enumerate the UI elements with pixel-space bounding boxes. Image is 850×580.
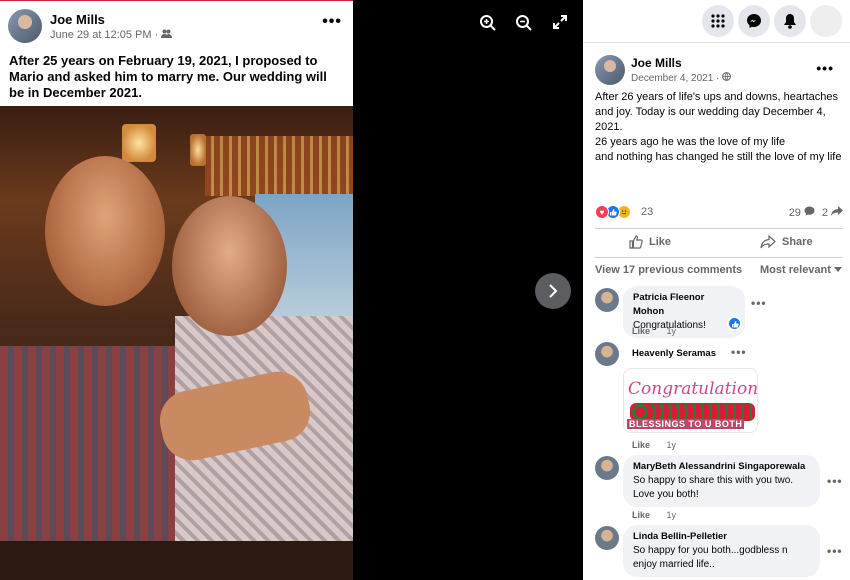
bell-icon bbox=[784, 14, 796, 29]
comment-like-button[interactable]: Like bbox=[632, 326, 650, 336]
post-text: After 26 years of life's ups and downs, … bbox=[595, 90, 847, 165]
comment-bubble: MaryBeth Alessandrini Singaporewala So h… bbox=[623, 455, 820, 507]
profile-icon[interactable] bbox=[810, 5, 842, 37]
comment-count[interactable]: 29 bbox=[789, 206, 815, 219]
more-options-button[interactable]: ••• bbox=[322, 13, 342, 31]
post-meta: December 4, 2021 · bbox=[631, 72, 732, 84]
post-paragraph: 26 years ago he was the love of my life bbox=[595, 136, 786, 148]
image-caption: BLESSINGS TO U BOTH bbox=[627, 419, 745, 429]
notifications-button[interactable] bbox=[774, 5, 806, 37]
next-photo-button[interactable] bbox=[535, 273, 571, 309]
comment-options-button[interactable]: ••• bbox=[731, 345, 747, 359]
couple-photo bbox=[0, 106, 353, 580]
commenter-avatar[interactable] bbox=[595, 288, 619, 312]
comment-meta: Like 1y bbox=[632, 510, 676, 520]
avatar[interactable] bbox=[595, 55, 625, 85]
author-name[interactable]: Joe Mills bbox=[50, 12, 105, 27]
comment-options-button[interactable]: ••• bbox=[827, 474, 843, 488]
commenter-avatar[interactable] bbox=[595, 526, 619, 550]
comment-icon bbox=[804, 206, 815, 216]
post-details-panel: Joe Mills December 4, 2021 · ••• After 2… bbox=[583, 0, 850, 580]
top-navigation bbox=[583, 0, 850, 42]
zoom-in-icon[interactable] bbox=[479, 14, 501, 36]
shared-post-image: Joe Mills June 29 at 12:05 PM · ••• Afte… bbox=[0, 0, 353, 580]
commenter-name[interactable]: Patricia Fleenor Mohon bbox=[633, 291, 735, 319]
congratulations-image[interactable]: Congratulations BLESSINGS TO U BOTH bbox=[623, 368, 758, 433]
chevron-right-icon bbox=[549, 284, 558, 298]
globe-icon bbox=[722, 72, 732, 84]
thumbs-up-icon bbox=[629, 235, 643, 249]
messenger-icon bbox=[747, 14, 761, 28]
shared-post-header: Joe Mills June 29 at 12:05 PM · ••• bbox=[8, 9, 348, 45]
reaction-count[interactable]: 23 bbox=[641, 206, 653, 218]
like-button[interactable]: Like bbox=[629, 235, 671, 249]
fullscreen-icon[interactable] bbox=[552, 14, 574, 36]
commenter-name[interactable]: MaryBeth Alessandrini Singaporewala bbox=[633, 460, 810, 474]
comment-like-badge-icon[interactable] bbox=[727, 316, 742, 331]
comment-meta: Like 1y bbox=[632, 440, 676, 450]
post-actions: Like Share bbox=[595, 228, 843, 258]
share-count[interactable]: 2 bbox=[822, 206, 843, 219]
grid-menu-icon bbox=[711, 14, 725, 28]
comment-age[interactable]: 1y bbox=[667, 510, 677, 520]
caret-down-icon bbox=[834, 267, 842, 272]
zoom-out-icon[interactable] bbox=[515, 14, 537, 36]
image-text: Congratulations bbox=[628, 379, 758, 399]
comment-bubble: Linda Bellin-Pelletier So happy for you … bbox=[623, 525, 820, 577]
love-reaction-icon[interactable]: ♥ bbox=[595, 205, 609, 219]
share-button[interactable]: Share bbox=[760, 235, 813, 249]
comment-options-button[interactable]: ••• bbox=[751, 296, 767, 310]
post-date[interactable]: June 29 at 12:05 PM · bbox=[50, 29, 158, 41]
comment-age[interactable]: 1y bbox=[667, 440, 677, 450]
author-name[interactable]: Joe Mills bbox=[631, 56, 682, 70]
comment-age[interactable]: 1y bbox=[667, 326, 677, 336]
menu-button[interactable] bbox=[702, 5, 734, 37]
comment-like-button[interactable]: Like bbox=[632, 510, 650, 520]
comment-text: So happy to share this with you two. Lov… bbox=[633, 475, 794, 500]
post-paragraph: and nothing has changed he still the lov… bbox=[595, 151, 842, 163]
photo-viewer bbox=[353, 0, 583, 580]
messenger-button[interactable] bbox=[738, 5, 770, 37]
avatar[interactable] bbox=[8, 9, 42, 43]
friends-icon bbox=[161, 29, 173, 41]
sort-comments-dropdown[interactable]: Most relevant bbox=[760, 264, 842, 276]
share-arrow-icon bbox=[831, 206, 843, 216]
view-previous-comments-link[interactable]: View 17 previous comments bbox=[595, 264, 742, 276]
commenter-name[interactable]: Linda Bellin-Pelletier bbox=[633, 530, 810, 544]
share-icon bbox=[760, 235, 776, 249]
post-meta: June 29 at 12:05 PM · bbox=[50, 29, 173, 41]
comment-text: So happy for you both...godbless n enjoy… bbox=[633, 545, 788, 570]
comment-like-button[interactable]: Like bbox=[632, 440, 650, 450]
reactions-summary: ♥ 23 29 2 bbox=[595, 203, 843, 221]
more-options-button[interactable]: ••• bbox=[816, 60, 834, 76]
comment-meta: Like 1y bbox=[632, 326, 676, 336]
shared-post-text: After 25 years on February 19, 2021, I p… bbox=[9, 53, 327, 100]
post-date[interactable]: December 4, 2021 · bbox=[631, 73, 719, 84]
post-paragraph: After 26 years of life's ups and downs, … bbox=[595, 91, 839, 133]
screen: Joe Mills June 29 at 12:05 PM · ••• Afte… bbox=[0, 0, 850, 580]
commenter-avatar[interactable] bbox=[595, 342, 619, 366]
commenter-avatar[interactable] bbox=[595, 456, 619, 480]
comment-options-button[interactable]: ••• bbox=[827, 544, 843, 558]
commenter-name[interactable]: Heavenly Seramas bbox=[632, 348, 716, 359]
